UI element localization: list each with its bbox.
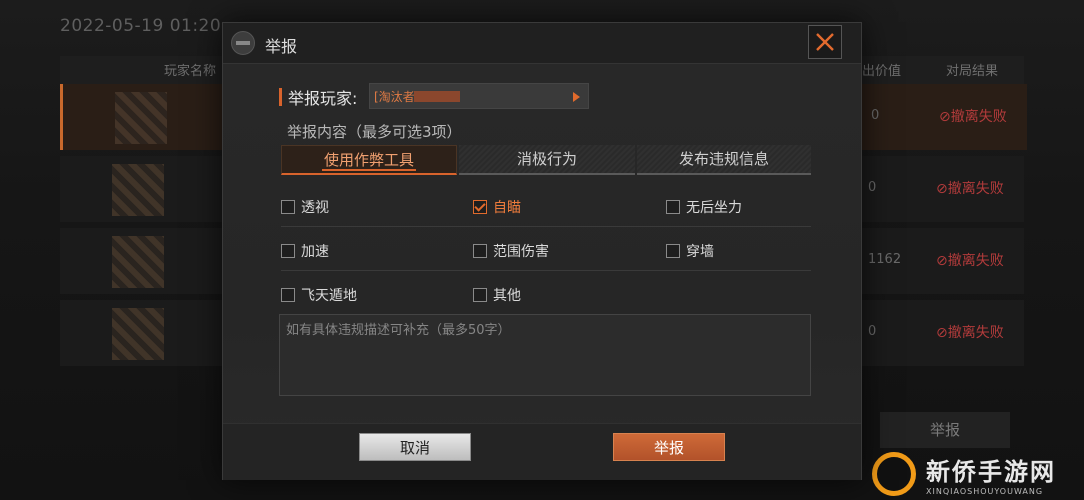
- row-result: ⊘撤离失败: [939, 109, 1007, 125]
- checkbox[interactable]: [666, 244, 680, 258]
- checkbox[interactable]: [281, 200, 295, 214]
- option-label: 无后坐力: [686, 200, 742, 216]
- option-label: 透视: [301, 200, 329, 216]
- column-result: 对局结果: [946, 64, 999, 79]
- accent-bar: [279, 88, 282, 106]
- column-value: 出价值: [862, 64, 902, 79]
- submit-report-button[interactable]: 举报: [613, 433, 725, 461]
- option-label: 穿墙: [686, 244, 714, 260]
- dialog-footer: [223, 423, 861, 480]
- watermark-name: 新侨手游网: [926, 458, 1056, 486]
- checkbox[interactable]: [666, 200, 680, 214]
- row-value: 0: [868, 180, 877, 195]
- checkbox[interactable]: [281, 288, 295, 302]
- option-area-damage[interactable]: 范围伤害: [473, 241, 549, 261]
- reported-player-row: 举报玩家:: [279, 85, 357, 109]
- option-speed[interactable]: 加速: [281, 241, 329, 261]
- row-result: ⊘撤离失败: [936, 181, 1004, 197]
- option-label: 范围伤害: [493, 244, 549, 260]
- tab-label: 发布违规信息: [678, 150, 769, 168]
- report-category-tabs: 使用作弊工具 消极行为 发布违规信息: [281, 145, 811, 175]
- row-result: ⊘撤离失败: [936, 253, 1004, 269]
- option-label: 飞天遁地: [301, 288, 357, 304]
- option-label: 其他: [493, 288, 521, 304]
- reported-player-label: 举报玩家:: [288, 89, 358, 108]
- dialog-title: 举报: [265, 37, 298, 56]
- watermark-logo-icon: [872, 452, 916, 496]
- cancel-button[interactable]: 取消: [359, 433, 471, 461]
- reported-player-select[interactable]: [淘汰者: [369, 83, 589, 109]
- option-label: 加速: [301, 244, 329, 260]
- dialog-header: 举报: [223, 23, 861, 64]
- avatar: [115, 92, 167, 144]
- watermark-name-en: XINQIAOSHOUYOUWANG: [926, 487, 1044, 496]
- divider: [281, 270, 811, 271]
- tab-cheating-tools[interactable]: 使用作弊工具: [281, 145, 457, 175]
- row-result: ⊘撤离失败: [936, 325, 1004, 341]
- avatar: [112, 164, 164, 216]
- row-value: 0: [868, 324, 877, 339]
- close-button[interactable]: [808, 25, 842, 59]
- arrow-right-icon: [573, 92, 580, 102]
- row-value: 0: [871, 108, 880, 123]
- redacted-name: [414, 91, 460, 102]
- report-dialog: 举报 举报玩家: [淘汰者 举报内容（最多可选3项） 使用作弊工具 消极行为 发…: [222, 22, 862, 480]
- reported-player-name: [淘汰者: [374, 90, 415, 104]
- divider: [281, 226, 811, 227]
- tab-negative-behavior[interactable]: 消极行为: [459, 145, 635, 175]
- avatar: [112, 236, 164, 288]
- checkbox[interactable]: [281, 244, 295, 258]
- report-content-label: 举报内容（最多可选3项）: [287, 123, 462, 141]
- description-input[interactable]: [279, 314, 811, 396]
- checkbox-checked[interactable]: [473, 200, 487, 214]
- watermark: 新侨手游网 XINQIAOSHOUYOUWANG: [872, 452, 1056, 496]
- checkbox[interactable]: [473, 244, 487, 258]
- tab-label: 使用作弊工具: [323, 151, 414, 169]
- checkbox[interactable]: [473, 288, 487, 302]
- option-aimbot[interactable]: 自瞄: [473, 197, 521, 217]
- option-fly-dig[interactable]: 飞天遁地: [281, 285, 357, 305]
- game-logo-icon: [231, 31, 255, 55]
- option-no-recoil[interactable]: 无后坐力: [666, 197, 742, 217]
- option-label: 自瞄: [493, 200, 521, 216]
- background-report-button[interactable]: 举报: [880, 412, 1010, 448]
- option-wallhack[interactable]: 透视: [281, 197, 329, 217]
- row-value: 1162: [868, 252, 902, 267]
- tab-label: 消极行为: [516, 150, 577, 168]
- column-player-name: 玩家名称: [164, 64, 217, 79]
- tab-active-indicator: [322, 169, 416, 171]
- avatar: [112, 308, 164, 360]
- tab-illegal-info[interactable]: 发布违规信息: [637, 145, 811, 175]
- option-other[interactable]: 其他: [473, 285, 521, 305]
- close-icon: [816, 33, 834, 51]
- match-date: 2022-05-19 01:20: [60, 16, 222, 36]
- option-wall-clip[interactable]: 穿墙: [666, 241, 714, 261]
